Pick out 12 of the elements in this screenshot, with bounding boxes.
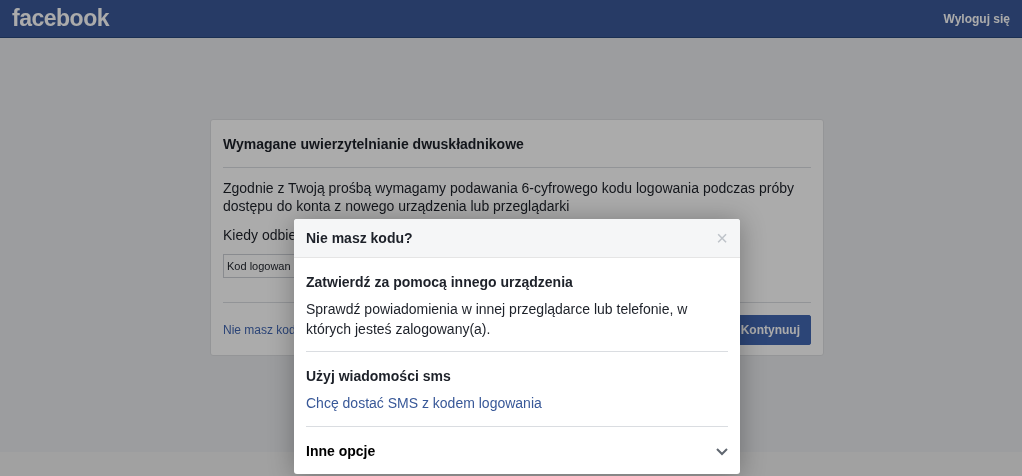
logout-link[interactable]: Wyloguj się [943,9,1010,28]
section-text: Sprawdź powiadomienia w innej przeglądarce lub telefonie, w których jesteś zalogowany(a). [306,300,689,339]
section-title: Zatwierdź za pomocą innego urządzenia [306,273,574,292]
options-expander[interactable]: Inne opcje [306,441,728,462]
prompt-text: Kiedy odbie [223,227,297,243]
card-title: Wymagane uwierzytelnianie dwuskładnikowe [223,120,811,168]
logo[interactable]: facebook [12,1,109,36]
chevron-down-icon [716,447,728,456]
section-title: Użyj wiadomości sms [306,367,452,386]
dialog-title: Nie masz kodu? [306,228,413,248]
sms-link[interactable]: Chcę dostać SMS z kodem logowania [306,395,542,411]
description-text: Zgodnie z Twoją prośbą wymagamy podawania 6-cyfrowego kodu logowania podczas próby dostępu do konta z nowego urządzenia lub przeglądarki [223,179,795,215]
